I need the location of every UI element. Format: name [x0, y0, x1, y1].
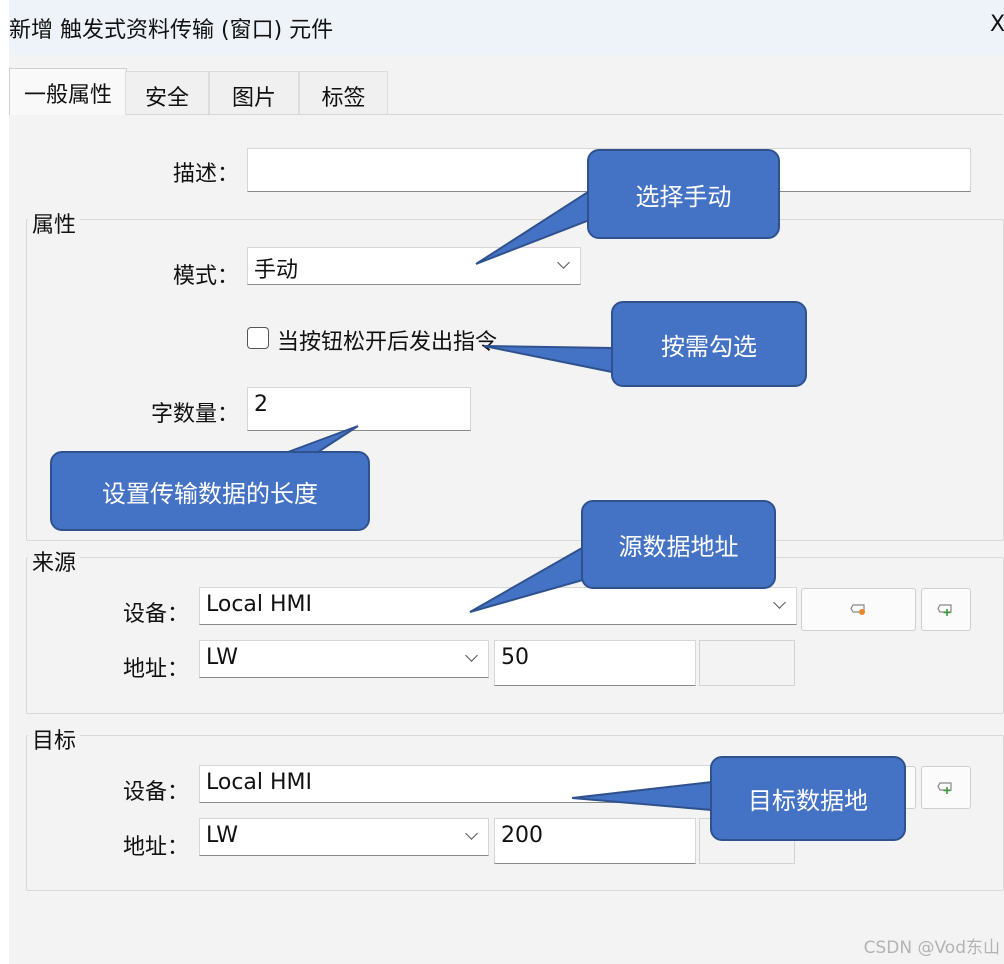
watermark: CSDN @Vod东山: [863, 938, 1000, 958]
callout-pointer-length: [287, 425, 359, 453]
callout-target-address: 目标数据地: [710, 756, 906, 841]
callout-source-address: 源数据地址: [581, 500, 776, 589]
callout-set-length: 设置传输数据的长度: [50, 451, 370, 531]
callout-pointer-check: [483, 345, 613, 374]
callout-check-as-needed: 按需勾选: [611, 301, 807, 387]
callout-select-manual: 选择手动: [587, 149, 780, 239]
callout-pointer-target: [571, 780, 713, 812]
